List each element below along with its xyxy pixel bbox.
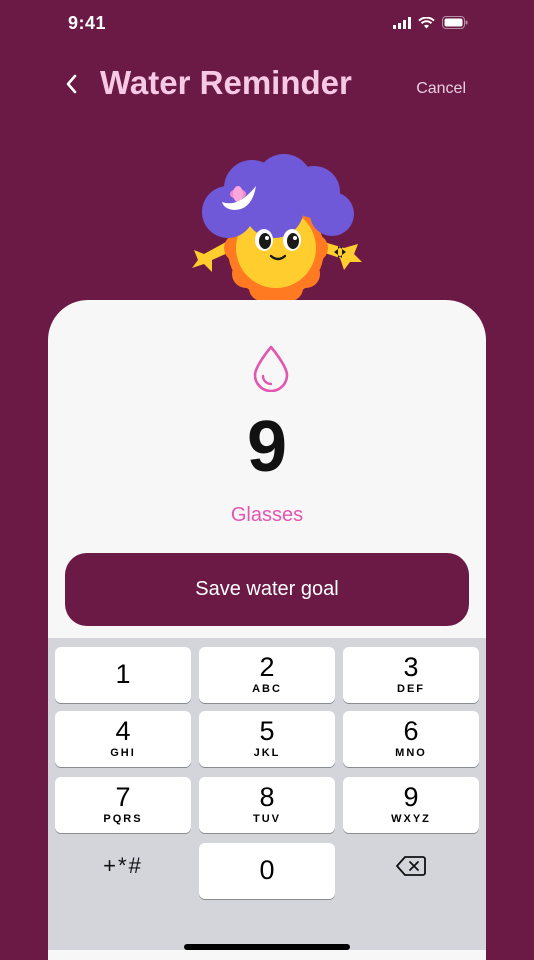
key-letters: WXYZ xyxy=(391,813,431,825)
key-4[interactable]: 4 GHI xyxy=(55,711,191,767)
nav-header: Water Reminder Cancel xyxy=(0,56,534,112)
mascot-illustration xyxy=(192,154,362,304)
numeric-keypad: 1 2 ABC 3 DEF 4 GHI 5 JKL 6 MNO 7 PQRS 8… xyxy=(48,638,486,950)
home-indicator xyxy=(184,944,350,950)
key-digit: 0 xyxy=(259,855,275,885)
key-digit: 8 xyxy=(259,782,275,812)
key-0[interactable]: 0 xyxy=(199,843,335,899)
key-letters: ABC xyxy=(252,683,282,695)
back-chevron-icon xyxy=(66,74,77,94)
cancel-button[interactable]: Cancel xyxy=(416,80,466,98)
key-9[interactable]: 9 WXYZ xyxy=(343,777,479,833)
key-letters: DEF xyxy=(397,683,425,695)
status-icons xyxy=(393,16,468,29)
key-3[interactable]: 3 DEF xyxy=(343,647,479,703)
key-letters: JKL xyxy=(253,747,281,759)
delete-icon xyxy=(396,856,426,876)
key-digit: 1 xyxy=(115,659,131,689)
water-drop-icon xyxy=(253,345,289,392)
key-2[interactable]: 2 ABC xyxy=(199,647,335,703)
key-digit: 9 xyxy=(403,782,419,812)
key-7[interactable]: 7 PQRS xyxy=(55,777,191,833)
delete-key[interactable] xyxy=(343,838,479,894)
key-5[interactable]: 5 JKL xyxy=(199,711,335,767)
goal-value: 9 xyxy=(246,407,288,487)
status-bar: 9:41 xyxy=(0,0,534,48)
wifi-icon xyxy=(418,16,435,28)
key-1[interactable]: 1 xyxy=(55,647,191,703)
key-letters: GHI xyxy=(110,747,136,759)
key-digit: 7 xyxy=(115,782,131,812)
key-letters: TUV xyxy=(253,813,281,825)
key-8[interactable]: 8 TUV xyxy=(199,777,335,833)
page-title: Water Reminder xyxy=(100,64,352,101)
key-digit: 3 xyxy=(403,652,419,682)
save-water-goal-button[interactable]: Save water goal xyxy=(65,553,469,626)
goal-unit: Glasses xyxy=(230,504,304,526)
key-symbols[interactable]: +*# xyxy=(55,838,191,894)
key-digit: 5 xyxy=(259,716,275,746)
key-digit: 4 xyxy=(115,716,131,746)
battery-icon xyxy=(442,16,468,29)
key-6[interactable]: 6 MNO xyxy=(343,711,479,767)
signal-icon xyxy=(393,16,411,29)
symbols-label: +*# xyxy=(103,853,143,878)
back-button[interactable] xyxy=(60,70,84,98)
status-time: 9:41 xyxy=(68,13,107,33)
key-digit: 2 xyxy=(259,652,275,682)
key-digit: 6 xyxy=(403,716,419,746)
key-letters: MNO xyxy=(395,747,427,759)
key-letters: PQRS xyxy=(103,813,143,825)
